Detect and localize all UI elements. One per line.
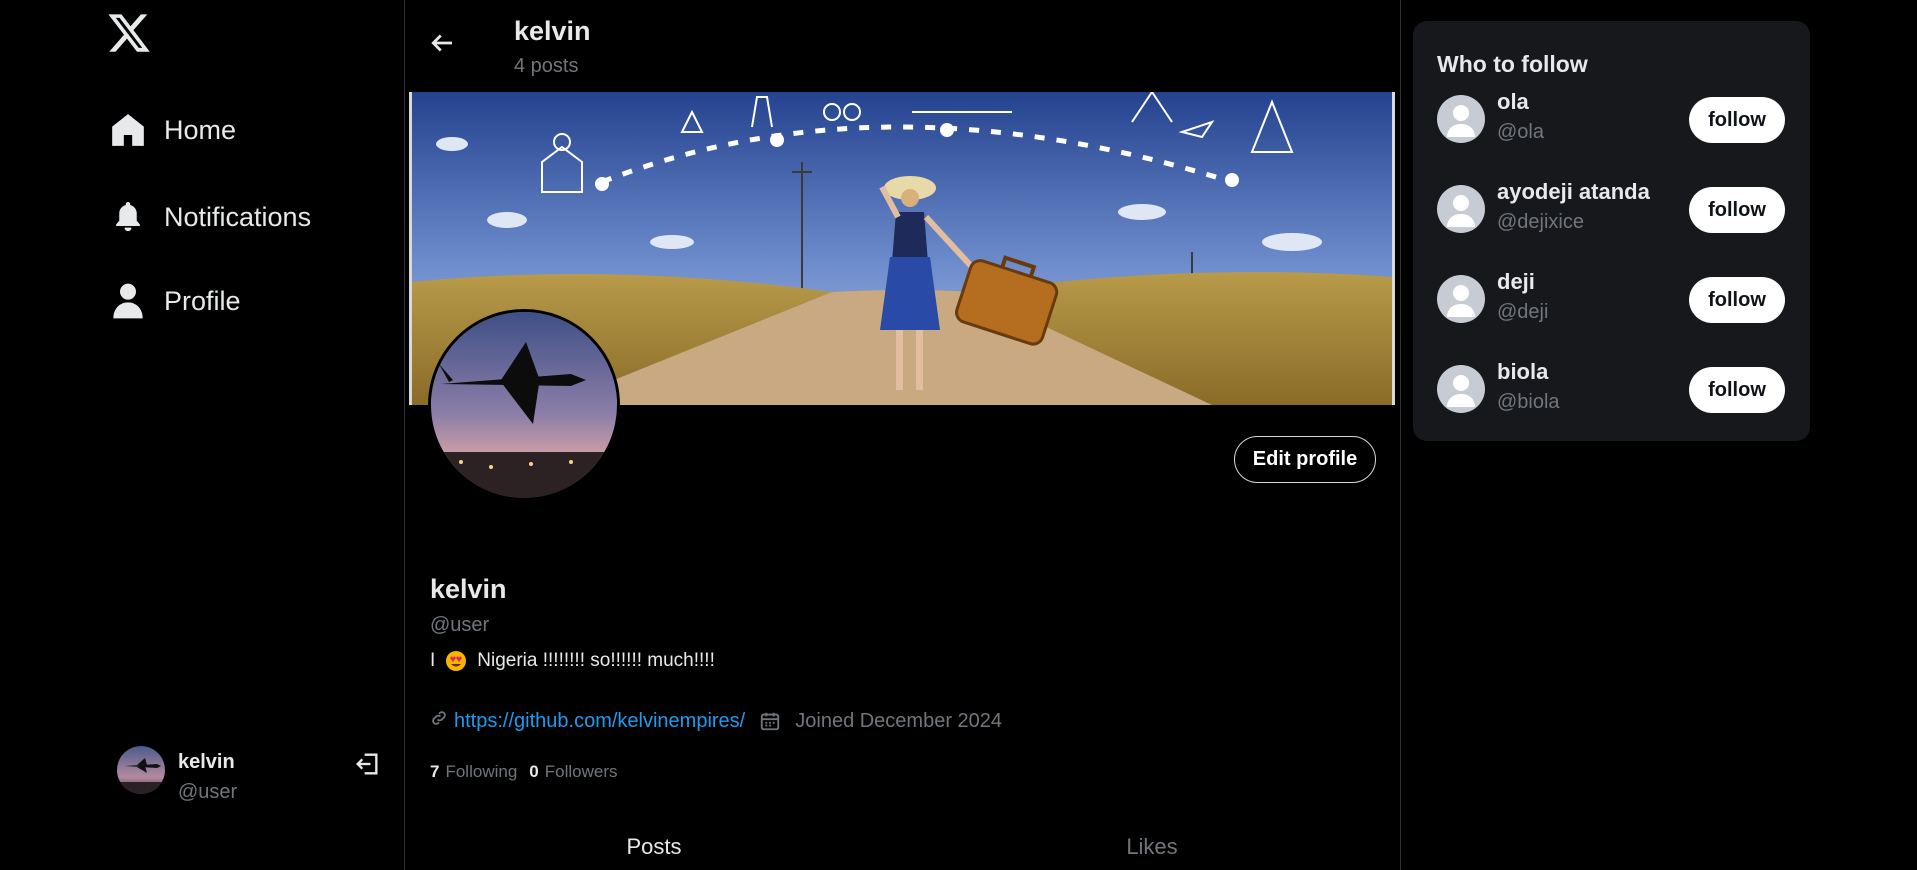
following-link[interactable]: Following <box>445 762 517 782</box>
who-to-follow-title: Who to follow <box>1437 51 1588 77</box>
avatar <box>117 746 165 794</box>
follow-button[interactable]: follow <box>1689 367 1785 413</box>
profile-main: kelvin 4 posts Edit profile kelvin @user… <box>405 0 1401 870</box>
profile-bio: I Nigeria !!!!!!!! so!!!!!! much!!!! <box>430 650 715 672</box>
logout-icon[interactable] <box>353 750 383 780</box>
nav-home[interactable]: Home <box>108 110 236 150</box>
back-arrow-icon[interactable] <box>427 28 459 60</box>
user-icon <box>108 281 148 321</box>
account-name: kelvin <box>178 751 235 773</box>
bio-text: Nigeria !!!!!!!! so!!!!!! much!!!! <box>477 650 715 671</box>
edit-profile-button[interactable]: Edit profile <box>1234 436 1376 483</box>
followers-count: 0 <box>529 762 539 781</box>
profile-name: kelvin <box>430 574 507 604</box>
default-avatar-icon <box>1437 185 1485 233</box>
follow-button[interactable]: follow <box>1689 277 1785 323</box>
suggestion-handle: @deji <box>1497 301 1549 323</box>
followers-link[interactable]: Followers <box>545 762 618 782</box>
header-name: kelvin <box>514 16 591 46</box>
suggestion-handle: @biola <box>1497 391 1560 413</box>
bio-prefix: I <box>430 650 436 671</box>
suggestion-name: deji <box>1497 269 1535 294</box>
profile-handle: @user <box>430 614 490 636</box>
suggestion-handle: @ola <box>1497 121 1544 143</box>
tab-posts[interactable]: Posts <box>405 822 903 870</box>
follow-button[interactable]: follow <box>1689 187 1785 233</box>
left-sidebar: Home Notifications Profile kelvin @user <box>0 0 405 870</box>
profile-meta: https://github.com/kelvinempires/ Joined… <box>430 709 1002 733</box>
profile-tabs: Posts Likes <box>405 822 1401 870</box>
default-avatar-icon <box>1437 365 1485 413</box>
nav-notifications[interactable]: Notifications <box>108 197 311 237</box>
suggestion-name: ayodeji atanda <box>1497 179 1650 204</box>
follow-button[interactable]: follow <box>1689 97 1785 143</box>
default-avatar-icon <box>1437 95 1485 143</box>
suggestion-item[interactable]: ola @ola follow <box>1437 89 1787 151</box>
link-icon <box>430 709 448 733</box>
nav-profile[interactable]: Profile <box>108 281 241 321</box>
account-switcher[interactable]: kelvin @user <box>117 746 387 806</box>
nav-home-label: Home <box>164 114 237 145</box>
calendar-icon <box>759 710 781 732</box>
account-handle: @user <box>178 781 238 803</box>
follow-stats: 7 Following 0 Followers <box>430 762 618 782</box>
profile-avatar[interactable] <box>428 309 620 501</box>
suggestion-item[interactable]: deji @deji follow <box>1437 269 1787 331</box>
home-icon <box>108 110 148 150</box>
heart-eyes-emoji-icon <box>445 650 467 672</box>
suggestion-item[interactable]: ayodeji atanda @dejixice follow <box>1437 179 1787 241</box>
bell-icon <box>108 197 148 237</box>
nav-notifications-label: Notifications <box>164 201 312 232</box>
profile-link[interactable]: https://github.com/kelvinempires/ <box>454 710 745 733</box>
joined-date: Joined December 2024 <box>795 709 1003 732</box>
x-logo-icon[interactable] <box>106 10 152 56</box>
suggestion-name: ola <box>1497 89 1529 114</box>
who-to-follow-panel: Who to follow ola @ola follow ayodeji at… <box>1413 21 1810 441</box>
suggestion-item[interactable]: biola @biola follow <box>1437 359 1787 421</box>
nav-profile-label: Profile <box>164 285 241 316</box>
following-count: 7 <box>430 762 440 781</box>
suggestion-name: biola <box>1497 359 1549 384</box>
header-post-count: 4 posts <box>514 55 579 77</box>
tab-likes[interactable]: Likes <box>903 822 1401 870</box>
suggestion-handle: @dejixice <box>1497 211 1585 233</box>
default-avatar-icon <box>1437 275 1485 323</box>
profile-header: kelvin 4 posts <box>405 0 1401 92</box>
